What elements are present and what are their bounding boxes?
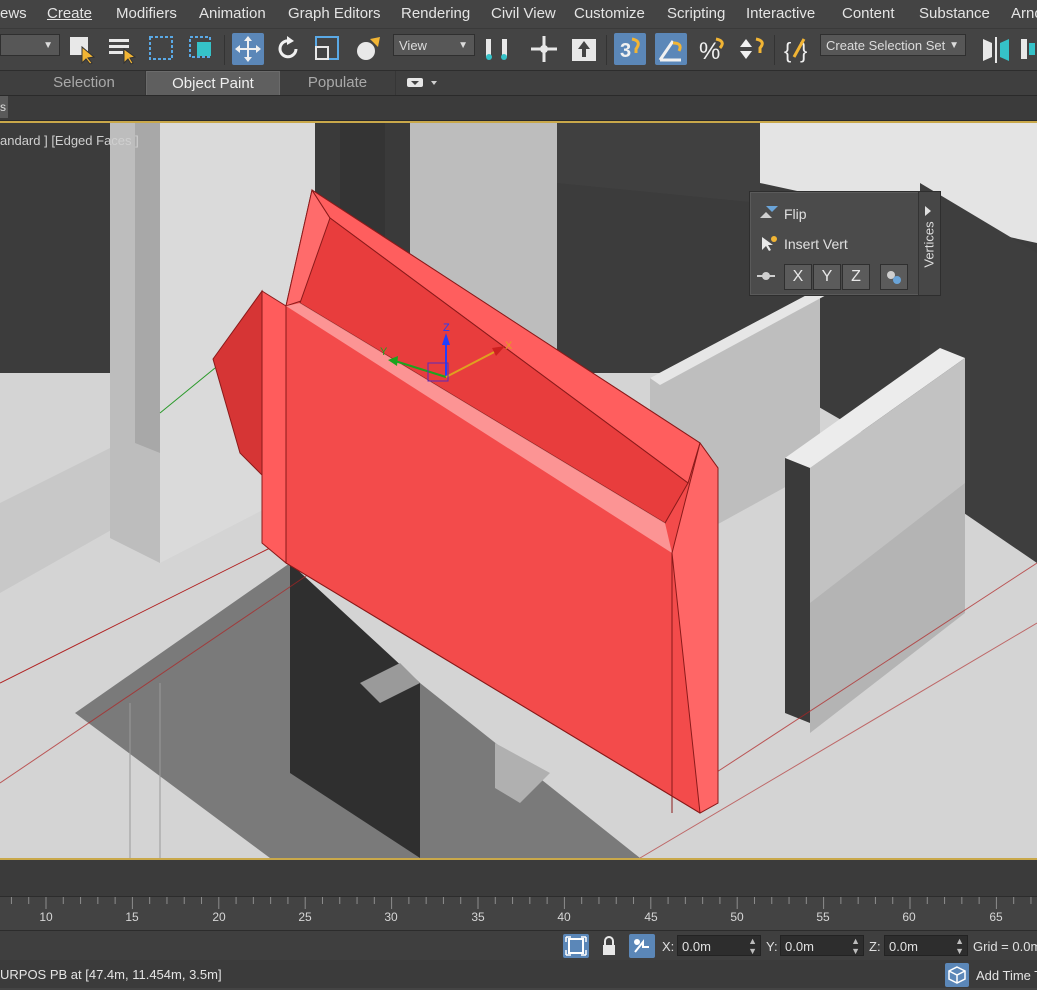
named-selection-dropdown[interactable]: Create Selection Set ▼ [820, 34, 966, 56]
gizmo-x-label: X [505, 340, 513, 352]
y-label: Y: [766, 939, 778, 954]
x-label: X: [662, 939, 675, 954]
selection-filter-dropdown[interactable]: ▼ [0, 34, 60, 56]
chevron-down-icon: ▼ [949, 40, 959, 51]
menu-views[interactable]: ews [0, 5, 27, 22]
tick-label: 25 [298, 910, 312, 924]
scale-icon[interactable] [312, 33, 344, 65]
tab-populate[interactable]: Populate [280, 71, 396, 95]
flip-icon [758, 204, 780, 225]
constraint-z-button[interactable]: Z [842, 264, 870, 290]
menu-arnold[interactable]: Arno [1011, 5, 1037, 22]
align-icon[interactable] [1018, 33, 1037, 65]
tick-label: 15 [125, 910, 139, 924]
quad-item-insert-vert[interactable]: Insert Vert [784, 236, 848, 252]
menu-content[interactable]: Content [842, 5, 895, 22]
absolute-mode-icon[interactable] [629, 934, 655, 958]
snaps-toggle-icon[interactable]: 3 [614, 33, 646, 65]
menu-rendering[interactable]: Rendering [401, 5, 470, 22]
menu-substance[interactable]: Substance [919, 5, 990, 22]
menu-animation[interactable]: Animation [199, 5, 266, 22]
quad-side-label: Vertices [921, 221, 937, 268]
tick-label: 45 [644, 910, 658, 924]
keyboard-shortcut-override-icon[interactable] [568, 33, 600, 65]
lock-icon[interactable] [598, 935, 620, 957]
gizmo-y-label: Y [380, 346, 388, 358]
tick-label: 10 [39, 910, 53, 924]
place-icon[interactable] [352, 33, 384, 65]
viewport-label[interactable]: andard ] [Edged Faces ] [0, 133, 139, 148]
spinner-snap-icon[interactable] [736, 33, 768, 65]
svg-text:%: % [699, 38, 720, 65]
reference-coordinate-dropdown[interactable]: View ▼ [393, 34, 475, 56]
tick-label: 60 [902, 910, 916, 924]
tick-label: 65 [989, 910, 1003, 924]
x-coordinate-field[interactable]: 0.0m ▲ ▼ [677, 935, 761, 956]
menu-bar: ews Create Modifiers Animation Graph Edi… [0, 0, 1037, 28]
menu-customize[interactable]: Customize [574, 5, 645, 22]
z-label: Z: [869, 939, 881, 954]
tick-label: 55 [816, 910, 830, 924]
pivot-point-icon[interactable] [482, 33, 514, 65]
spinner-icon[interactable]: ▲ ▼ [748, 936, 757, 956]
quad-menu: Flip Insert Vert X Y Z Vertices [749, 191, 941, 296]
main-toolbar: ▼ View ▼ 3 % {} Create Selection Set ▼ [0, 28, 1037, 71]
percent-snap-icon[interactable]: % [696, 33, 728, 65]
window-crossing-icon[interactable] [186, 33, 218, 65]
menu-interactive[interactable]: Interactive [746, 5, 815, 22]
select-manipulate-icon[interactable] [528, 33, 560, 65]
menu-modifiers[interactable]: Modifiers [116, 5, 177, 22]
time-tag-icon [945, 963, 969, 987]
menu-create[interactable]: Create [47, 5, 92, 22]
svg-text:3: 3 [620, 40, 631, 62]
constraint-y-button[interactable]: Y [813, 264, 841, 290]
quad-item-flip[interactable]: Flip [784, 206, 807, 222]
grid-size-readout: Grid = 0.0m [973, 939, 1037, 954]
prompt-bar: URPOS PB at [47.4m, 11.454m, 3.5m] [0, 960, 1037, 988]
edit-named-selection-icon[interactable]: {} [782, 33, 814, 65]
constraint-icon [755, 268, 777, 287]
angle-snap-icon[interactable] [655, 33, 687, 65]
track-bar[interactable]: 10 15 20 25 30 35 40 45 50 55 60 65 [0, 896, 1037, 931]
add-time-tag-label: Add Time Tag [976, 968, 1037, 983]
tab-object-paint[interactable]: Object Paint [146, 71, 280, 97]
tick-label: 50 [730, 910, 744, 924]
y-coordinate-field[interactable]: 0.0m ▲ ▼ [780, 935, 864, 956]
constraint-x-button[interactable]: X [784, 264, 812, 290]
menu-scripting[interactable]: Scripting [667, 5, 725, 22]
chevron-down-icon: ▼ [43, 40, 53, 51]
isolate-selection-icon[interactable] [563, 934, 589, 958]
rotate-icon[interactable] [272, 33, 304, 65]
chevron-down-icon: ▼ [458, 40, 468, 51]
time-slider[interactable] [0, 860, 1037, 896]
status-bar: X: 0.0m ▲ ▼ Y: 0.0m ▲ ▼ Z: 0.0m ▲ ▼ Grid = 0.0… [0, 930, 1037, 961]
ribbon-panel-bar: s [0, 95, 1037, 121]
insert-vert-icon [758, 234, 780, 255]
ribbon-tabs: Selection Object Paint Populate [0, 70, 1037, 97]
move-icon[interactable] [232, 33, 264, 65]
menu-civil-view[interactable]: Civil View [491, 5, 556, 22]
tick-label: 40 [557, 910, 571, 924]
gizmo-z-label: Z [443, 322, 450, 334]
constraint-settings-button[interactable] [880, 264, 908, 290]
prompt-line: URPOS PB at [47.4m, 11.454m, 3.5m] [0, 967, 222, 982]
z-coordinate-field[interactable]: 0.0m ▲ ▼ [884, 935, 968, 956]
svg-text:{: { [784, 38, 791, 63]
ribbon-options-button[interactable] [405, 75, 439, 91]
tick-label: 35 [471, 910, 485, 924]
ribbon-subtab[interactable]: s [0, 96, 8, 118]
mirror-icon[interactable] [980, 33, 1012, 65]
select-object-icon[interactable] [66, 33, 98, 65]
tick-label: 30 [384, 910, 398, 924]
rectangular-selection-icon[interactable] [146, 33, 178, 65]
menu-graph-editors[interactable]: Graph Editors [288, 5, 381, 22]
spinner-icon[interactable]: ▲ ▼ [851, 936, 860, 956]
tab-selection[interactable]: Selection [23, 71, 146, 95]
track-ticks [10, 897, 1032, 909]
quad-side-panel[interactable]: Vertices [918, 192, 940, 295]
tick-label: 20 [212, 910, 226, 924]
add-time-tag-button[interactable]: Add Time Tag [943, 962, 1037, 988]
select-by-name-icon[interactable] [106, 33, 138, 65]
spinner-icon[interactable]: ▲ ▼ [955, 936, 964, 956]
